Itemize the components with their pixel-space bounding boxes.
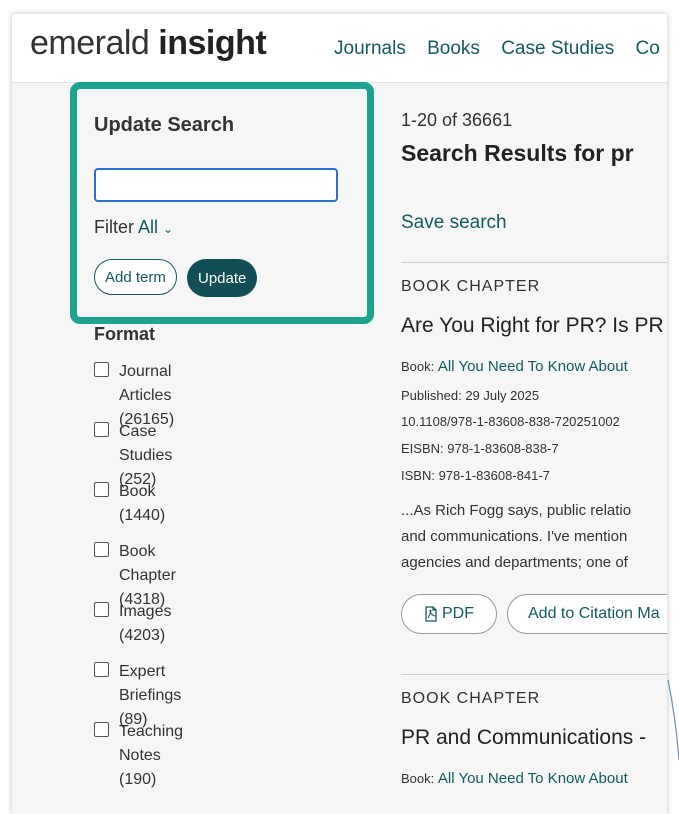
pdf-icon	[425, 606, 437, 622]
facet-label: Images	[119, 603, 172, 620]
results-title: Search Results for pr	[401, 140, 634, 166]
logo-light-text: emerald	[30, 24, 150, 62]
checkbox[interactable]	[94, 542, 109, 557]
update-search-panel: Update Search Filter All ⌄ Add term Upda…	[70, 82, 374, 324]
snippet-line: and communications. I've mention	[401, 528, 628, 545]
pdf-label: PDF	[442, 605, 474, 622]
logo-bold-text: insight	[158, 24, 267, 62]
nav-books[interactable]: Books	[427, 38, 480, 59]
result-doi: 10.1108/978-1-83608-838-720251002	[401, 414, 620, 429]
search-input[interactable]	[94, 168, 338, 202]
divider	[401, 674, 667, 675]
add-term-button[interactable]: Add term	[94, 259, 177, 295]
top-bar: emerald insight Journals Books Case Stud…	[12, 14, 667, 83]
emerald-insight-logo[interactable]: emerald insight	[30, 24, 267, 63]
snippet-line: ...As Rich Fogg says, public relatio	[401, 502, 632, 519]
book-label: Book:	[401, 771, 435, 786]
result-eisbn: EISBN: 978-1-83608-838-7	[401, 441, 559, 456]
book-label: Book:	[401, 359, 435, 374]
snippet-line: agencies and departments; one of	[401, 554, 628, 571]
browser-frame: emerald insight Journals Books Case Stud…	[12, 14, 667, 814]
result-isbn: ISBN: 978-1-83608-841-7	[401, 468, 550, 483]
facet-label: Teaching Notes	[119, 723, 184, 764]
checkbox[interactable]	[94, 662, 109, 677]
checkbox[interactable]	[94, 602, 109, 617]
facet-label: Book Chapter	[119, 543, 176, 584]
result-type: BOOK CHAPTER	[401, 690, 541, 707]
chevron-down-icon: ⌄	[163, 222, 174, 236]
facet-label: Case Studies	[119, 423, 173, 464]
result-book: Book: All You Need To Know About	[401, 770, 628, 787]
result-type: BOOK CHAPTER	[401, 278, 541, 295]
pdf-button[interactable]: PDF	[401, 594, 497, 634]
checkbox[interactable]	[94, 482, 109, 497]
result-snippet: ...As Rich Fogg says, public relatio and…	[401, 498, 631, 576]
result-book: Book: All You Need To Know About	[401, 358, 628, 375]
facet-count: (4203)	[119, 627, 166, 644]
checkbox[interactable]	[94, 422, 109, 437]
book-title-link[interactable]: All You Need To Know About	[438, 358, 628, 375]
filter-label: Filter	[94, 217, 134, 237]
filter-control: Filter All ⌄	[94, 217, 173, 238]
book-title-link[interactable]: All You Need To Know About	[438, 770, 628, 787]
filter-dropdown[interactable]: All ⌄	[138, 217, 173, 237]
results-count: 1-20 of 36661	[401, 110, 513, 130]
add-to-citation-button[interactable]: Add to Citation Ma	[507, 594, 667, 634]
main-nav: Journals Books Case Studies Co	[334, 38, 667, 60]
result-title-link[interactable]: PR and Communications -	[401, 726, 646, 750]
divider	[401, 262, 667, 263]
format-facet-title: Format	[94, 324, 156, 344]
facet-count: (190)	[119, 771, 157, 788]
result-published: Published: 29 July 2025	[401, 388, 540, 403]
facet-count: (1440)	[119, 507, 166, 524]
facet-label: Book	[119, 483, 156, 500]
update-search-title: Update Search	[94, 114, 235, 136]
update-button[interactable]: Update	[187, 259, 258, 297]
nav-case-studies[interactable]: Case Studies	[501, 38, 614, 59]
checkbox[interactable]	[94, 722, 109, 737]
result-title-link[interactable]: Are You Right for PR? Is PR	[401, 314, 664, 338]
checkbox[interactable]	[94, 362, 109, 377]
save-search-link[interactable]: Save search	[401, 212, 507, 234]
facet-label: Journal Articles	[119, 363, 172, 404]
nav-journals[interactable]: Journals	[334, 38, 406, 59]
filter-value: All	[138, 217, 159, 237]
facet-label: Expert Briefings	[119, 663, 182, 704]
nav-collections[interactable]: Co	[636, 38, 660, 59]
